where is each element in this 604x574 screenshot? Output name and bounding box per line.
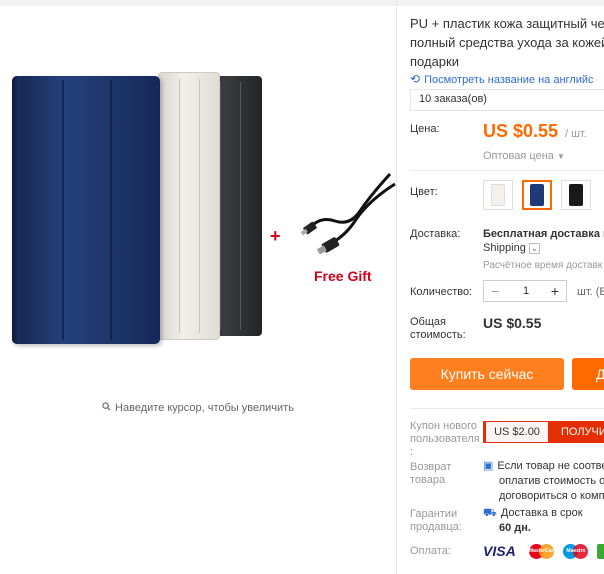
returns-label: Возврат товара [410,461,451,487]
wholesale-price-dropdown[interactable]: Оптовая цена ▼ [483,150,565,162]
color-swatch-black[interactable] [561,180,591,210]
translate-title-link[interactable]: ⟲ Посмотреть название на английс [410,72,594,86]
product-info-panel: PU + пластик кожа защитный че полный сре… [410,0,604,574]
chevron-down-icon: ⌄ [528,242,540,254]
visa-logo: VISA [483,543,516,559]
returns-label-line: Возврат [410,461,452,473]
price-label: Цена: [410,123,440,135]
price-value: US $0.55 [483,121,559,141]
quantity-label: Количество: [410,286,473,298]
quantity-unit: шт. (Е [577,286,604,298]
maestro-logo-text: Maestro [566,548,586,554]
divider [410,170,604,171]
guarantee-text: ⛟ Доставка в срок 60 дн. [483,506,583,536]
quantity-input[interactable]: 1 [506,281,546,301]
translate-icon: ⟲ [410,72,421,86]
payment-label: Оплата: [410,545,451,557]
coupon-label-line: Купон нового [410,420,478,432]
column-divider [396,0,397,574]
quantity-stepper: − 1 + [483,280,567,302]
wholesale-price-label: Оптовая цена [483,150,554,162]
return-box-icon: ▣ [483,460,494,472]
product-title-line: PU + пластик кожа защитный че [410,16,604,31]
product-image-blue-case [12,76,160,344]
magnifier-icon [102,402,111,414]
returns-label-line: товара [410,474,446,486]
guarantee-text-line: 60 дн. [499,522,531,534]
zoom-hint-text: Наведите курсор, чтобы увеличить [115,402,294,414]
coupon-label-line: пользователя [410,433,480,445]
product-image-white-case [158,72,220,340]
color-swatch-white[interactable] [483,180,513,210]
cable-image [300,172,396,255]
total-label-line: Общая [410,316,446,328]
payment-methods: VISA MasterCard Maestro [483,543,604,559]
plus-sign: + [270,226,281,246]
returns-text-line: договориться о комп [499,490,604,502]
add-to-cart-button[interactable]: Д [572,358,604,390]
color-label: Цвет: [410,186,438,198]
buy-now-button[interactable]: Купить сейчас [410,358,564,390]
guarantee-text-line: Доставка в срок [500,507,583,519]
shipping-selector[interactable]: Shipping ⌄ [483,242,540,254]
delivery-estimate: Расчётное время доставк [483,260,603,271]
shipping-selector-text: Shipping [483,242,526,254]
truck-icon: ⛟ [483,507,497,519]
get-coupon-button[interactable]: ПОЛУЧИ [549,421,604,443]
returns-text: ▣ Если товар не соотве оплатив стоимость … [483,459,604,504]
free-gift-label: Free Gift [314,268,372,284]
maestro-icon: Maestro [563,544,589,559]
new-user-coupon[interactable]: US $2.00 ПОЛУЧИ [483,421,604,443]
quantity-decrease-button[interactable]: − [484,281,506,301]
quantity-increase-button[interactable]: + [544,281,566,301]
product-gallery[interactable]: + Free Gift [0,6,396,406]
returns-text-line: оплатив стоимость о [499,475,604,487]
coupon-label-line: : [410,446,414,458]
total-label-line: стоимость: [410,329,466,341]
mastercard-icon: MasterCard [529,544,557,559]
guarantee-label-line: Гарантии [410,508,458,520]
orders-count: 10 заказа(ов) [410,89,604,111]
returns-text-line: Если товар не соотве [497,460,604,472]
product-title-line: полный средства ухода за кожей [410,35,604,50]
color-swatch-blue[interactable] [522,180,552,210]
divider [410,408,604,409]
total-value: US $0.55 [483,315,542,331]
total-label: Общая стоимость: [410,316,466,342]
guarantee-label-line: продавца: [410,521,462,533]
coupon-amount: US $2.00 [483,421,549,443]
zoom-hint: Наведите курсор, чтобы увеличить [0,402,396,414]
product-title-line: подарки [410,54,459,69]
shipping-method: Бесплатная доставка в [483,228,604,240]
payment-method-icon [597,544,604,559]
guarantee-label: Гарантии продавца: [410,508,462,534]
caret-down-icon: ▼ [556,152,565,161]
product-title: PU + пластик кожа защитный че полный сре… [410,14,604,71]
shipping-label: Доставка: [410,228,461,240]
translate-link-text: Посмотреть название на английс [424,74,594,86]
coupon-label: Купон нового пользователя : [410,420,480,459]
mastercard-logo-text: MasterCard [529,548,557,554]
price-unit: / шт. [565,128,587,140]
